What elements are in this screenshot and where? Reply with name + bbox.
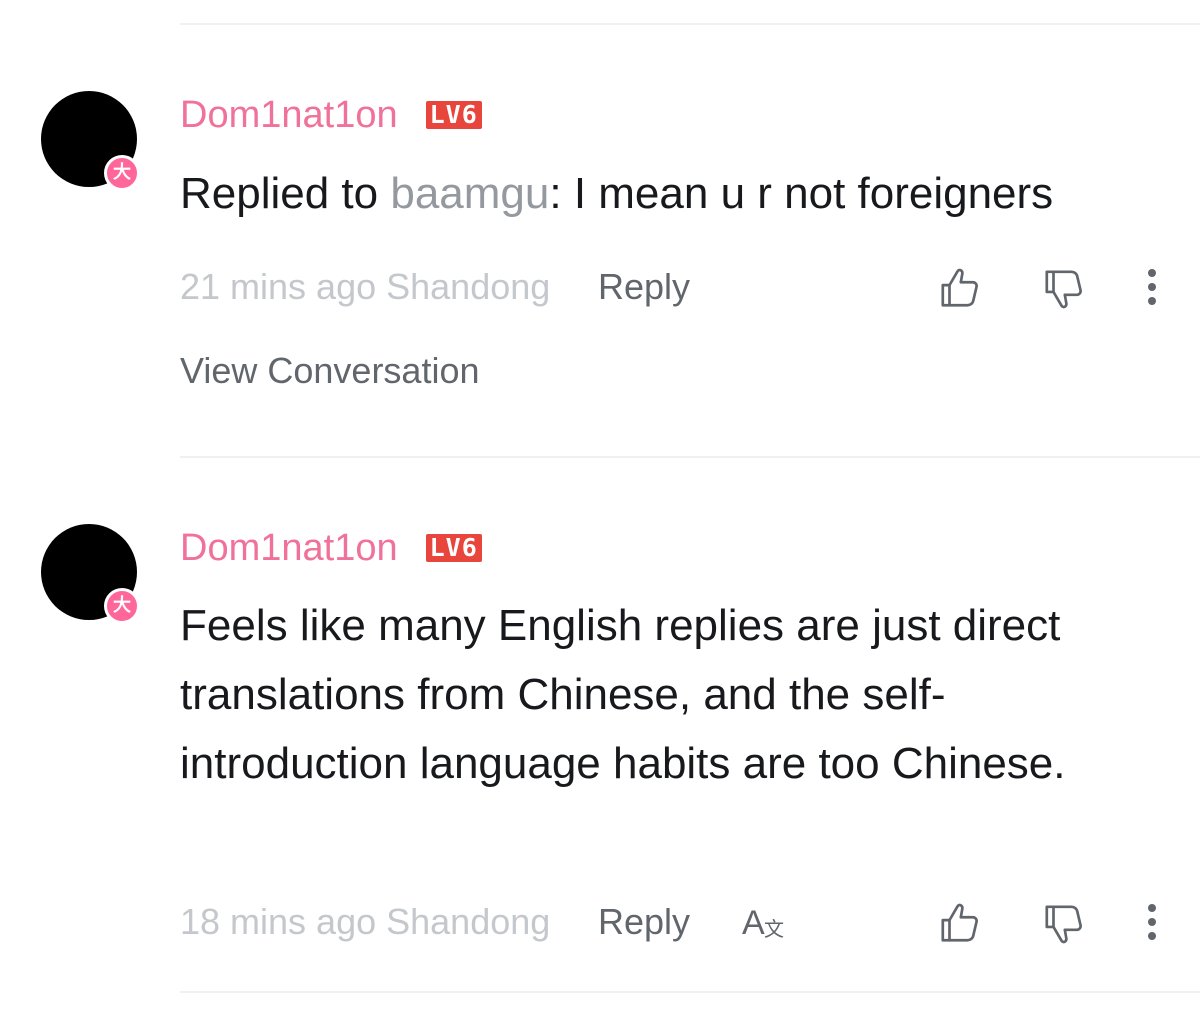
comment-actions: 21 mins ago Shandong Reply	[180, 257, 1200, 317]
more-vertical-icon[interactable]	[1140, 267, 1164, 307]
timestamp-location: 21 mins ago Shandong	[180, 266, 551, 307]
vip-badge-icon: 大	[104, 155, 140, 191]
level-badge: LV6	[425, 534, 482, 562]
comment-header: Dom1nat1on LV6	[180, 524, 482, 572]
view-conversation-link[interactable]: View Conversation	[180, 347, 480, 395]
thumbs-down-icon[interactable]	[1042, 267, 1088, 313]
reply-button[interactable]: Reply	[598, 257, 690, 317]
thumbs-up-icon[interactable]	[938, 265, 984, 311]
level-badge: LV6	[425, 101, 482, 129]
comment-body: : I mean u r not foreigners	[549, 169, 1054, 218]
svg-text:文: 文	[764, 917, 784, 941]
vip-badge-icon: 大	[104, 588, 140, 624]
reply-button[interactable]: Reply	[598, 892, 690, 952]
svg-text:A: A	[742, 904, 765, 942]
reply-prefix: Replied to	[180, 169, 391, 218]
comment-text: Replied to baamgu: I mean u r not foreig…	[180, 159, 1150, 228]
comment-divider	[180, 991, 1200, 993]
reply-target-user[interactable]: baamgu	[390, 169, 549, 218]
translate-icon[interactable]: A 文	[740, 902, 788, 942]
comment-actions: 18 mins ago Shandong Reply A 文	[180, 892, 1200, 952]
comment-header: Dom1nat1on LV6	[180, 91, 482, 139]
comment-text: Feels like many English replies are just…	[180, 601, 1066, 788]
comment-divider	[180, 23, 1200, 25]
comment-divider	[180, 456, 1200, 458]
username[interactable]: Dom1nat1on	[180, 527, 398, 570]
timestamp-location: 18 mins ago Shandong	[180, 901, 551, 942]
thumbs-down-icon[interactable]	[1042, 902, 1088, 948]
thumbs-up-icon[interactable]	[938, 900, 984, 946]
username[interactable]: Dom1nat1on	[180, 94, 398, 137]
more-vertical-icon[interactable]	[1140, 902, 1164, 942]
